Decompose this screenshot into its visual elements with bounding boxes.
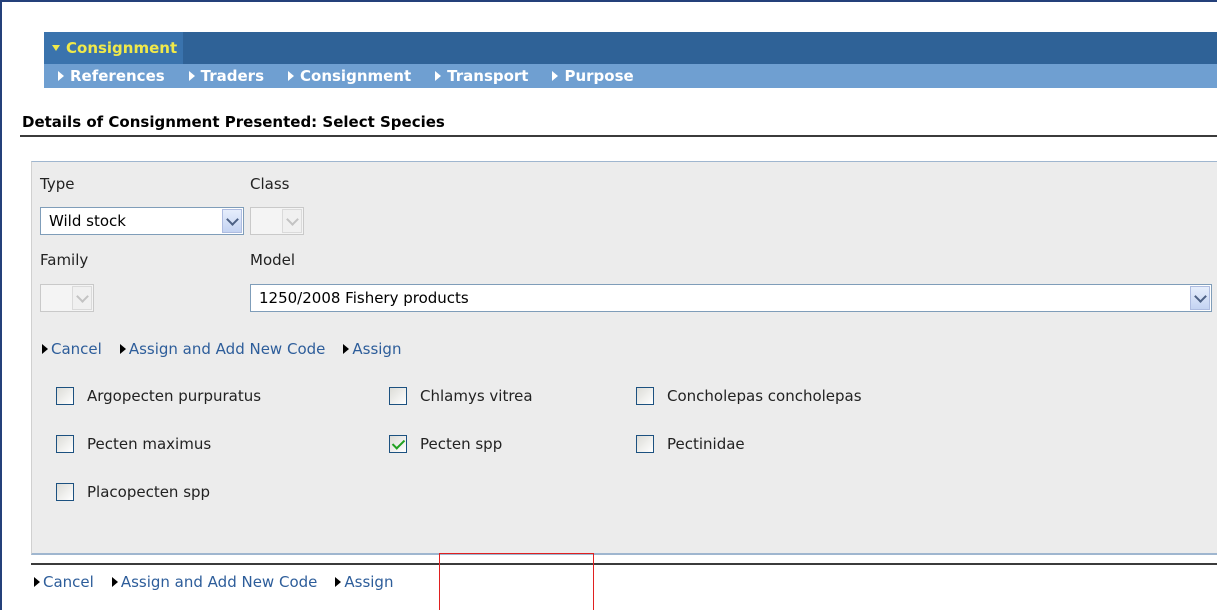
model-select[interactable]: 1250/2008 Fishery products xyxy=(250,284,1212,312)
subnav-transport[interactable]: Transport xyxy=(435,67,528,85)
title-divider xyxy=(20,135,1217,137)
model-select-value: 1250/2008 Fishery products xyxy=(259,289,469,307)
species-label: Pecten spp xyxy=(420,435,503,453)
subnav-consignment[interactable]: Consignment xyxy=(288,67,411,85)
checkbox[interactable] xyxy=(56,483,74,501)
species-checkbox-item[interactable]: Pectinidae xyxy=(636,435,745,453)
species-checkbox-item[interactable]: Chlamys vitrea xyxy=(389,387,533,405)
species-panel: Type Class Wild stock Family Model 1250/… xyxy=(31,161,1217,555)
arrow-right-icon xyxy=(42,344,48,354)
species-checkbox-item[interactable]: Argopecten purpuratus xyxy=(56,387,261,405)
top-action-links: Cancel Assign and Add New Code Assign xyxy=(42,340,419,358)
class-label: Class xyxy=(250,175,290,193)
arrow-right-icon xyxy=(58,71,64,81)
bottom-divider xyxy=(31,563,1217,565)
subnav-label: Traders xyxy=(200,67,265,85)
highlight-annotation-box xyxy=(439,553,594,610)
assign-add-new-code-link[interactable]: Assign and Add New Code xyxy=(119,340,326,358)
arrow-right-icon xyxy=(34,577,40,587)
arrow-right-icon xyxy=(435,71,442,81)
class-select xyxy=(250,207,304,235)
assign-link[interactable]: Assign xyxy=(343,340,401,358)
model-label: Model xyxy=(250,251,296,269)
arrow-right-icon xyxy=(119,344,126,354)
species-label: Argopecten purpuratus xyxy=(87,387,262,405)
arrow-right-icon xyxy=(188,71,195,81)
assign-link-label: Assign xyxy=(352,340,402,358)
cancel-link[interactable]: Cancel xyxy=(42,340,102,358)
checkbox[interactable] xyxy=(636,387,654,405)
type-label: Type xyxy=(40,175,75,193)
assign-add-new-code-link[interactable]: Assign and Add New Code xyxy=(111,573,318,591)
chevron-down-icon[interactable] xyxy=(222,209,242,233)
family-label: Family xyxy=(40,251,89,269)
family-select xyxy=(40,284,94,312)
chevron-down-icon xyxy=(282,209,302,233)
checkmark-icon xyxy=(391,435,405,450)
checkbox[interactable] xyxy=(56,387,74,405)
assign-add-link-label: Assign and Add New Code xyxy=(120,573,318,591)
cancel-link-label: Cancel xyxy=(51,340,102,358)
species-label: Concholepas concholepas xyxy=(667,387,862,405)
chevron-down-icon[interactable] xyxy=(1190,286,1210,310)
species-checkbox-item[interactable]: Placopecten spp xyxy=(56,483,210,501)
checkbox[interactable] xyxy=(636,435,654,453)
checkbox[interactable] xyxy=(56,435,74,453)
subnav-traders[interactable]: Traders xyxy=(188,67,265,85)
species-label: Pecten maximus xyxy=(87,435,212,453)
subnav-purpose[interactable]: Purpose xyxy=(552,67,634,85)
arrow-right-icon xyxy=(335,577,342,587)
species-checkbox-item[interactable]: Pecten maximus xyxy=(56,435,211,453)
arrow-right-icon xyxy=(111,577,118,587)
page-title: Details of Consignment Presented: Select… xyxy=(22,113,445,131)
top-nav-bar: Consignment xyxy=(44,32,1217,64)
app-frame: Consignment References Traders Consignme… xyxy=(0,0,1217,610)
arrow-right-icon xyxy=(288,71,295,81)
species-checkbox-item[interactable]: Concholepas concholepas xyxy=(636,387,862,405)
subnav-label: Purpose xyxy=(564,67,634,85)
chevron-down-icon xyxy=(72,286,92,310)
subnav-references[interactable]: References xyxy=(58,67,165,85)
tab-consignment[interactable]: Consignment xyxy=(44,32,184,64)
assign-link-label: Assign xyxy=(344,573,394,591)
bottom-action-links: Cancel Assign and Add New Code Assign xyxy=(34,573,411,591)
arrow-right-icon xyxy=(552,71,559,81)
species-checkbox-item[interactable]: Pecten spp xyxy=(389,435,502,453)
type-select-value: Wild stock xyxy=(49,212,126,230)
checkbox-checked[interactable] xyxy=(389,435,407,453)
subnav-label: Transport xyxy=(447,67,529,85)
species-label: Chlamys vitrea xyxy=(420,387,533,405)
cancel-link-label: Cancel xyxy=(43,573,94,591)
type-select[interactable]: Wild stock xyxy=(40,207,244,235)
arrow-right-icon xyxy=(343,344,350,354)
checkbox[interactable] xyxy=(389,387,407,405)
sub-nav-bar: References Traders Consignment Transport… xyxy=(44,64,1217,88)
tab-consignment-label: Consignment xyxy=(66,39,178,57)
assign-add-link-label: Assign and Add New Code xyxy=(128,340,326,358)
species-label: Pectinidae xyxy=(667,435,745,453)
cancel-link[interactable]: Cancel xyxy=(34,573,94,591)
subnav-label: Consignment xyxy=(300,67,412,85)
species-label: Placopecten spp xyxy=(87,483,211,501)
assign-link[interactable]: Assign xyxy=(335,573,393,591)
expand-triangle-icon xyxy=(52,45,60,51)
subnav-label: References xyxy=(70,67,165,85)
